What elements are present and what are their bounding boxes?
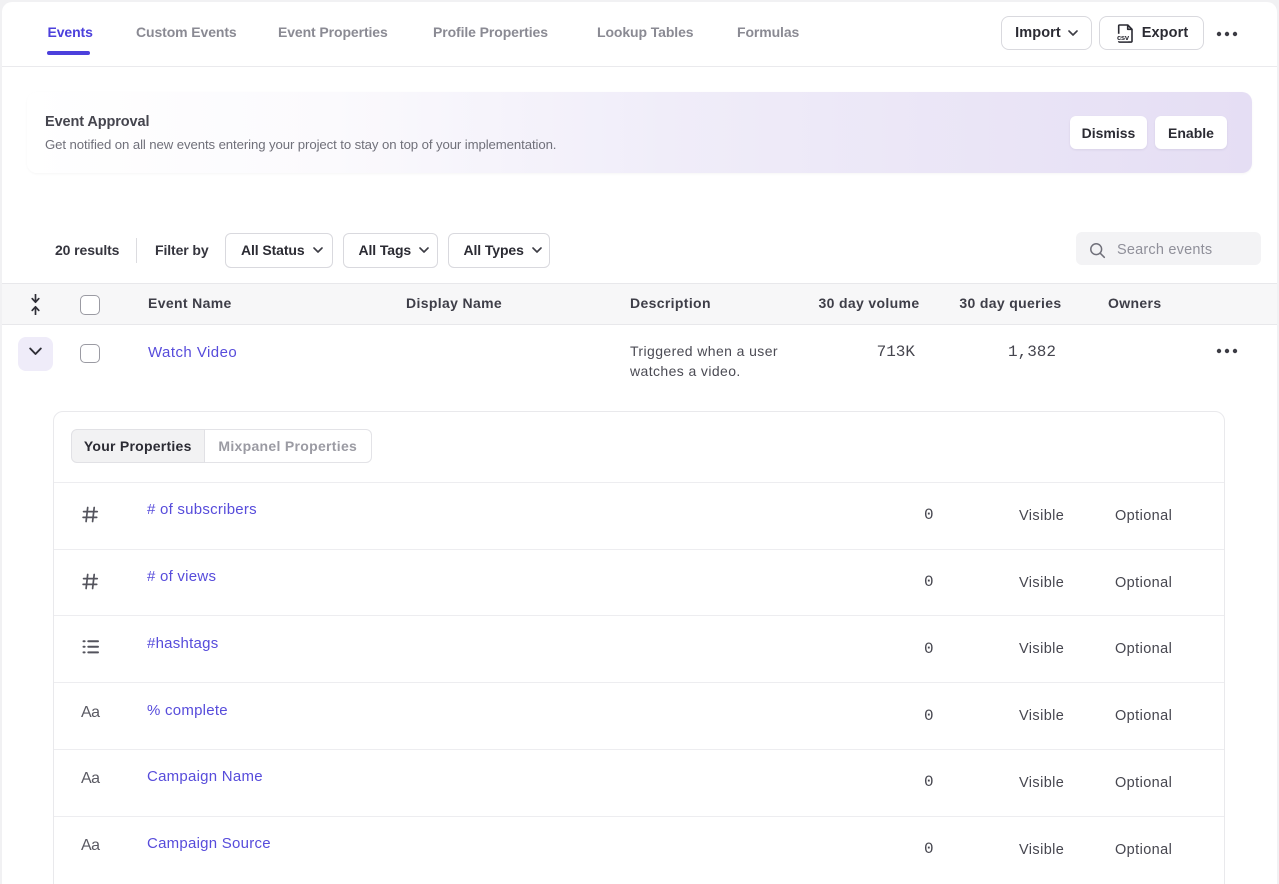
svg-text:csv: csv: [1117, 33, 1130, 42]
